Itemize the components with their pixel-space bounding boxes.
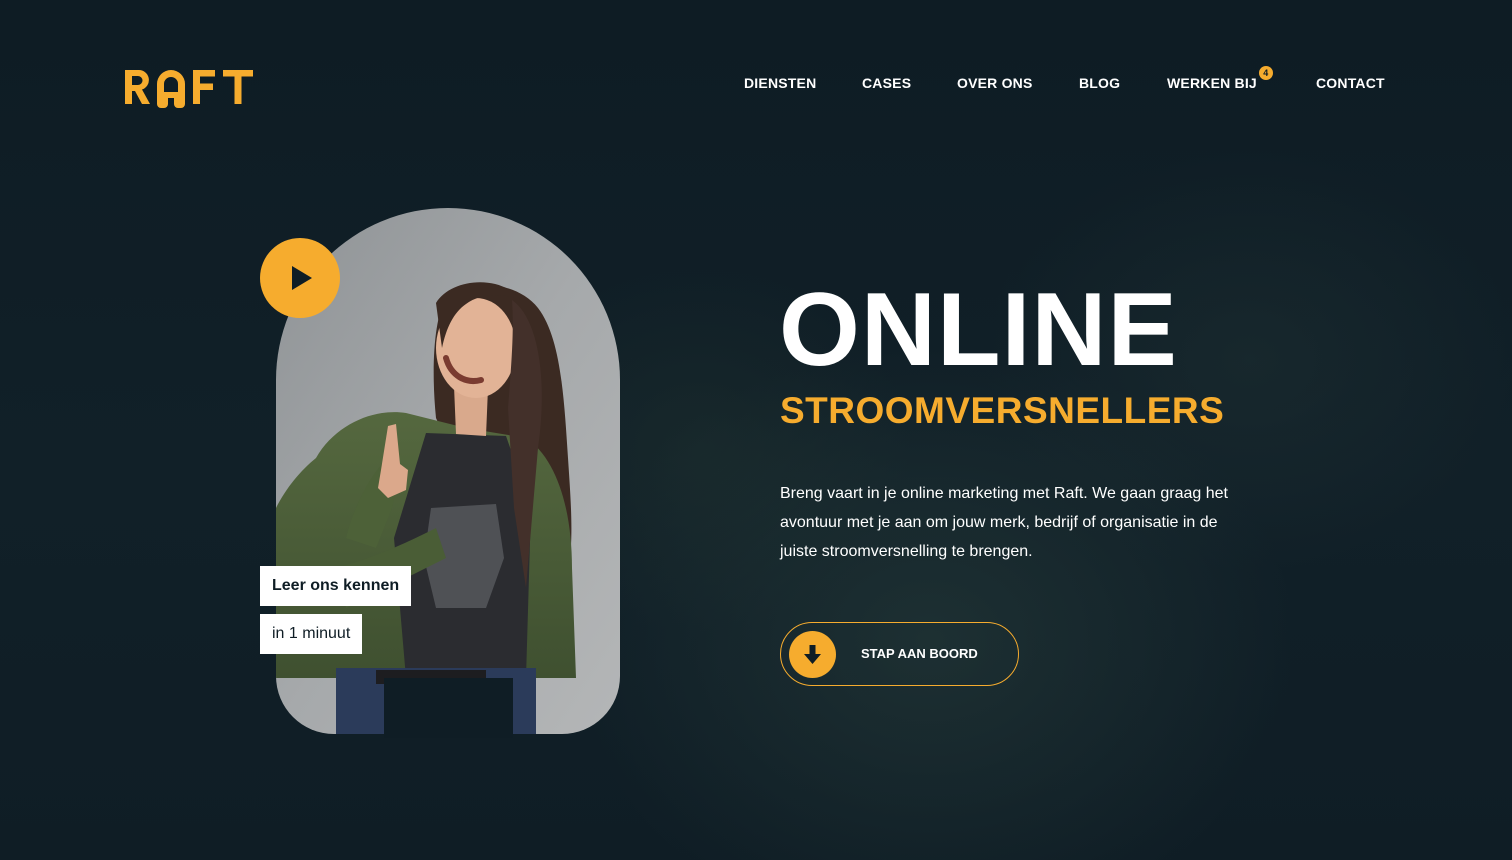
hero-subtitle: STROOMVERSNELLERS [780,390,1225,431]
play-icon [292,266,312,290]
nav-item-diensten[interactable]: DIENSTEN [744,72,816,94]
hero-intro-text: Breng vaart in je online marketing met R… [780,485,1228,560]
nav-item-blog[interactable]: BLOG [1079,72,1120,94]
nav-item-cases[interactable]: CASES [862,72,911,94]
stap-aan-boord-button[interactable]: STAP AAN BOORD [780,622,1019,686]
hero-title: ONLINE [779,272,1178,388]
main-nav: DIENSTEN CASES OVER ONS BLOG WERKEN BIJ … [0,66,1512,96]
nav-item-over-ons[interactable]: OVER ONS [957,72,1033,94]
nav-item-werken-bij[interactable]: WERKEN BIJ 4 [1167,66,1273,94]
hero-section: DIENSTEN CASES OVER ONS BLOG WERKEN BIJ … [0,0,1512,860]
nav-item-contact[interactable]: CONTACT [1316,72,1385,94]
vacancy-count-badge: 4 [1258,66,1273,80]
play-video-button[interactable] [260,238,340,318]
arrow-down-icon [789,631,836,678]
cta-label: STAP AAN BOORD [861,646,978,661]
nav-item-werken-bij-label: WERKEN BIJ [1167,75,1257,91]
photo-frame-cutout [384,678,513,738]
video-caption-duration[interactable]: in 1 minuut [260,614,363,654]
video-caption-primary[interactable]: Leer ons kennen [260,566,412,606]
